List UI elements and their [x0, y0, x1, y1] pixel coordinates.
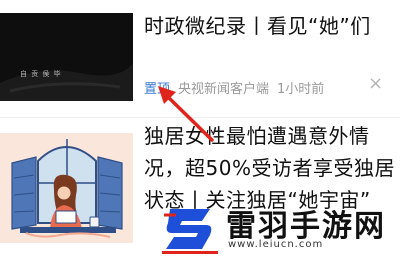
site-watermark: 雷羽手游网 www.leiucn.com — [160, 193, 400, 261]
video-thumbnail[interactable]: 自 贡 侯 毕 — [0, 13, 133, 101]
news-item[interactable]: 自 贡 侯 毕 时政微纪录丨看见“她”们 置顶 央视新闻客户端 1小时前 × — [0, 0, 400, 118]
pinned-badge: 置顶 — [144, 82, 171, 97]
illustration-woman-reading — [0, 133, 133, 243]
news-time: 1小时前 — [277, 82, 325, 97]
news-meta: 置顶 央视新闻客户端 1小时前 — [144, 78, 324, 97]
watermark-url: www.leiucn.com — [228, 239, 324, 250]
news-source: 央视新闻客户端 — [178, 82, 270, 97]
site-logo-icon — [162, 209, 218, 254]
dismiss-button[interactable]: × — [368, 73, 383, 94]
news-title[interactable]: 时政微纪录丨看见“她”们 — [144, 10, 394, 42]
thumbnail-caption: 自 贡 侯 毕 — [20, 70, 62, 78]
video-thumbnail-graphic — [0, 13, 133, 101]
article-thumbnail[interactable] — [0, 133, 133, 243]
